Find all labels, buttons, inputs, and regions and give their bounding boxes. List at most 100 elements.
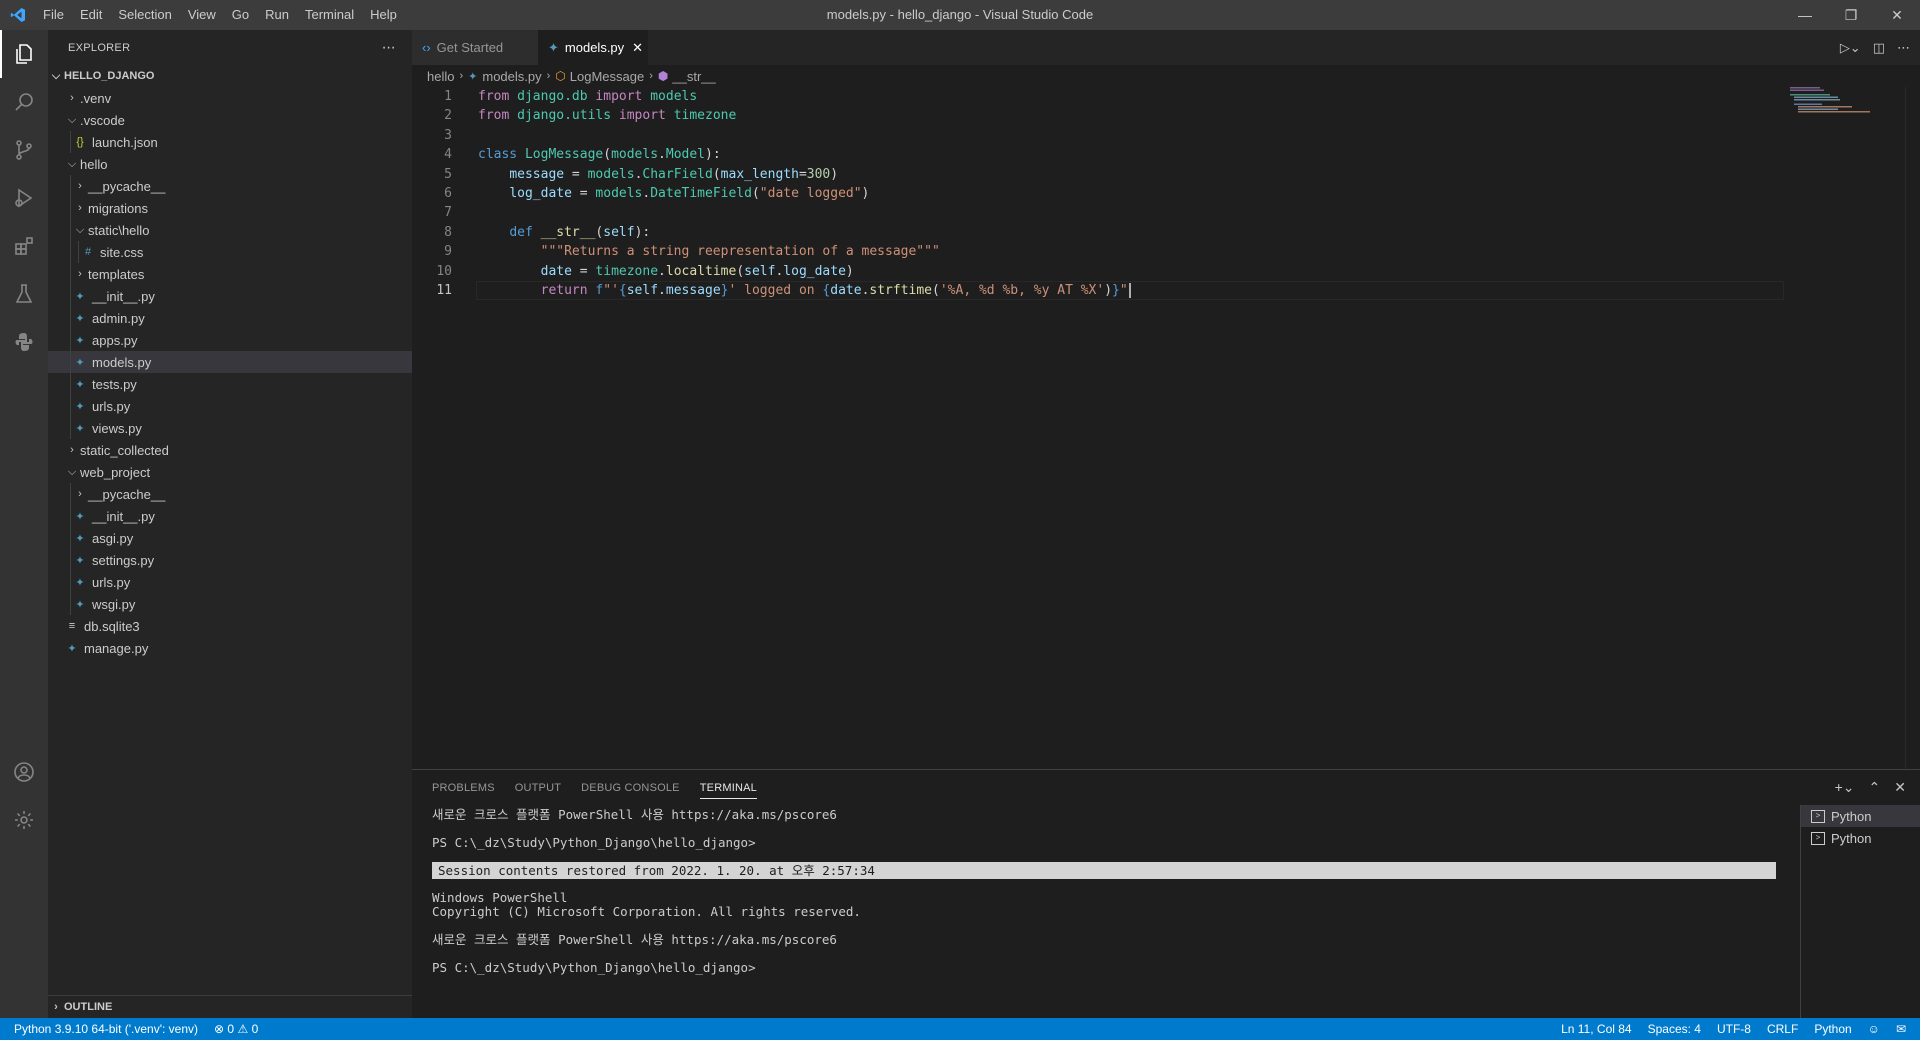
language-mode[interactable]: Python <box>1814 1022 1851 1036</box>
tree-file[interactable]: ✦ urls.py <box>48 395 412 417</box>
run-debug-icon[interactable] <box>0 174 48 222</box>
tree-folder[interactable]: › templates <box>48 263 412 285</box>
tree-file[interactable]: ≡ db.sqlite3 <box>48 615 412 637</box>
workspace-root[interactable]: ⌵ HELLO_DJANGO <box>48 65 412 87</box>
menu-edit[interactable]: Edit <box>72 0 110 30</box>
testing-icon[interactable] <box>0 270 48 318</box>
split-editor-icon[interactable]: ◫ <box>1873 40 1885 56</box>
menu-help[interactable]: Help <box>362 0 405 30</box>
code-line: 6 log_date = models.DateTimeField("date … <box>412 184 1782 203</box>
code-line: 11 return f"'{self.message}' logged on {… <box>412 281 1784 300</box>
maximize-panel-icon[interactable]: ⌃ <box>1869 779 1881 796</box>
minimap[interactable] <box>1790 87 1900 127</box>
breadcrumb: hello › ✦ models.py › ⬡ LogMessage › ⬢ _… <box>412 65 1920 87</box>
tree-item-label: __init__.py <box>92 288 155 304</box>
line-number: 9 <box>444 244 452 260</box>
code-editor[interactable]: 1 from django.db import models 2 from djang… <box>412 87 1920 769</box>
source-control-icon[interactable] <box>0 126 48 174</box>
menu-view[interactable]: View <box>180 0 224 30</box>
tree-folder[interactable]: › migrations <box>48 197 412 219</box>
extensions-icon[interactable] <box>0 222 48 270</box>
tree-file[interactable]: ✦ models.py <box>48 351 412 373</box>
tab-output[interactable]: OUTPUT <box>515 770 561 805</box>
restore-icon[interactable]: ❐ <box>1828 0 1874 30</box>
breadcrumb-method[interactable]: __str__ <box>672 69 715 84</box>
menu-go[interactable]: Go <box>224 0 257 30</box>
outline-section[interactable]: › OUTLINE <box>48 995 412 1018</box>
tree-file[interactable]: ✦ __init__.py <box>48 285 412 307</box>
menu-terminal[interactable]: Terminal <box>297 0 362 30</box>
python-file-icon: ✦ <box>75 510 85 523</box>
tree-file[interactable]: ✦ settings.py <box>48 549 412 571</box>
python-interpreter[interactable]: Python 3.9.10 64-bit ('.venv': venv) <box>14 1022 198 1036</box>
editor-more-icon[interactable]: ⋯ <box>1897 40 1910 56</box>
code-token: strftime <box>869 283 933 298</box>
close-tab-icon[interactable]: ✕ <box>632 40 643 56</box>
search-icon[interactable] <box>0 78 48 126</box>
tree-file[interactable]: # site.css <box>48 241 412 263</box>
code-line: 10 date = timezone.localtime(self.log_da… <box>412 262 1782 281</box>
end-of-line[interactable]: CRLF <box>1767 1022 1798 1036</box>
editor-scrollbar[interactable] <box>1905 87 1920 769</box>
status-bar: Python 3.9.10 64-bit ('.venv': venv) ⊗ 0… <box>0 1018 1920 1040</box>
tree-folder[interactable]: › static_collected <box>48 439 412 461</box>
tree-file[interactable]: ✦ asgi.py <box>48 527 412 549</box>
tree-folder[interactable]: ⌵ web_project <box>48 461 412 483</box>
breadcrumb-class[interactable]: LogMessage <box>570 69 644 84</box>
tab-models-py[interactable]: ✦ models.py ✕ <box>538 30 648 65</box>
tree-folder[interactable]: ⌵ hello <box>48 153 412 175</box>
menu-file[interactable]: File <box>35 0 72 30</box>
code-token: message <box>665 283 721 298</box>
tree-file[interactable]: {} launch.json <box>48 131 412 153</box>
indentation[interactable]: Spaces: 4 <box>1648 1022 1701 1036</box>
terminal-item[interactable]: > Python <box>1801 805 1920 827</box>
account-icon[interactable] <box>0 748 48 796</box>
notifications-icon[interactable]: ✉ <box>1896 1022 1906 1036</box>
tree-file[interactable]: ✦ urls.py <box>48 571 412 593</box>
new-terminal-icon[interactable]: +⌄ <box>1835 779 1855 796</box>
tree-file[interactable]: ✦ admin.py <box>48 307 412 329</box>
menu-selection[interactable]: Selection <box>110 0 179 30</box>
tree-folder[interactable]: ⌵ static\hello <box>48 219 412 241</box>
settings-gear-icon[interactable] <box>0 796 48 844</box>
files-icon[interactable] <box>0 30 48 78</box>
more-actions-icon[interactable]: ⋯ <box>382 39 396 56</box>
tree-file[interactable]: ✦ manage.py <box>48 637 412 659</box>
tree-file[interactable]: ✦ apps.py <box>48 329 412 351</box>
tree-file[interactable]: ✦ views.py <box>48 417 412 439</box>
tree-folder[interactable]: ⌵ .vscode <box>48 109 412 131</box>
tab-problems[interactable]: PROBLEMS <box>432 770 495 805</box>
line-number: 11 <box>436 283 452 298</box>
tree-item-label: asgi.py <box>92 530 134 546</box>
close-panel-icon[interactable]: ✕ <box>1894 779 1906 796</box>
minimize-icon[interactable]: — <box>1782 0 1828 30</box>
code-token: date <box>830 283 862 298</box>
warning-count: 0 <box>251 1022 259 1036</box>
tree-file[interactable]: ✦ tests.py <box>48 373 412 395</box>
tree-folder[interactable]: › __pycache__ <box>48 483 412 505</box>
indent-guide <box>70 285 71 307</box>
terminal-output[interactable]: 새로운 크로스 플랫폼 PowerShell 사용 https://aka.ms… <box>432 806 1776 1016</box>
python-icon[interactable] <box>0 318 48 366</box>
breadcrumb-file[interactable]: models.py <box>482 69 541 84</box>
run-python-file-icon[interactable]: ▷⌄ <box>1840 40 1861 56</box>
indent-guide <box>70 395 71 417</box>
tree-file[interactable]: ✦ wsgi.py <box>48 593 412 615</box>
cursor-position[interactable]: Ln 11, Col 84 <box>1561 1022 1632 1036</box>
terminal-item[interactable]: > Python <box>1801 827 1920 849</box>
tree-folder[interactable]: › .venv <box>48 87 412 109</box>
tree-file[interactable]: ✦ __init__.py <box>48 505 412 527</box>
tree-folder[interactable]: › __pycache__ <box>48 175 412 197</box>
tab-get-started[interactable]: ‹› Get Started <box>412 30 538 65</box>
encoding[interactable]: UTF-8 <box>1717 1022 1751 1036</box>
feedback-icon[interactable]: ☺ <box>1868 1022 1880 1036</box>
tab-debug-console[interactable]: DEBUG CONSOLE <box>581 770 680 805</box>
breadcrumb-folder[interactable]: hello <box>427 69 454 84</box>
problems-status[interactable]: ⊗ 0 ⚠ 0 <box>214 1022 258 1036</box>
menu-run[interactable]: Run <box>257 0 297 30</box>
close-window-icon[interactable]: ✕ <box>1874 0 1920 30</box>
tab-terminal[interactable]: TERMINAL <box>699 770 758 805</box>
bottom-panel: PROBLEMS OUTPUT DEBUG CONSOLE TERMINAL +… <box>412 769 1920 1019</box>
code-token: = <box>571 186 596 201</box>
